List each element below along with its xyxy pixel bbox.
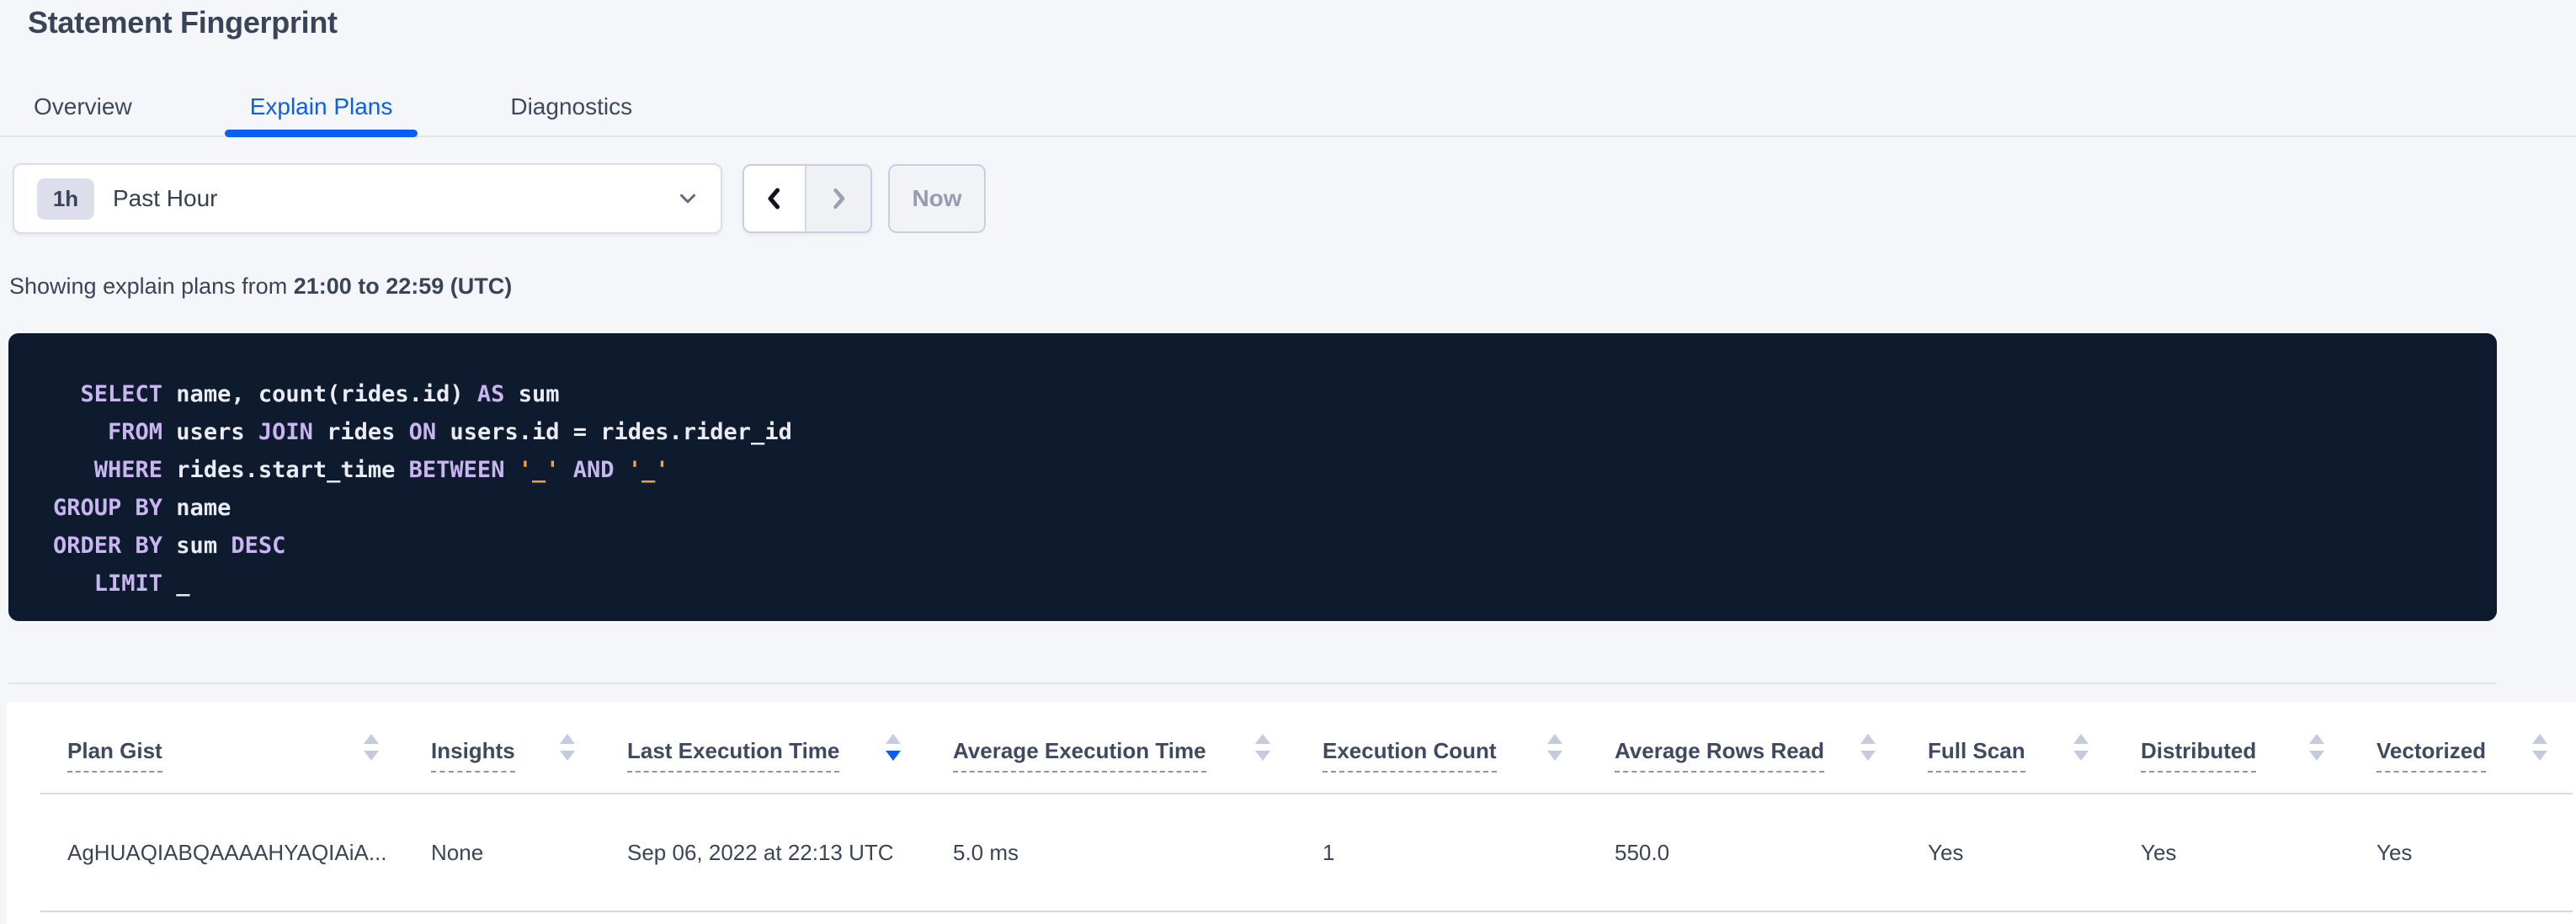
cell-full-scan: Yes bbox=[1901, 840, 2114, 866]
column-header-label: Plan Gist bbox=[67, 739, 162, 773]
tab-bar: Overview Explain Plans Diagnostics bbox=[8, 76, 725, 137]
column-header-vectorized[interactable]: Vectorized bbox=[2350, 702, 2573, 793]
column-header-average-rows-read[interactable]: Average Rows Read bbox=[1588, 702, 1901, 793]
cell-last-execution-time: Sep 06, 2022 at 22:13 UTC bbox=[600, 840, 926, 866]
sort-icon[interactable] bbox=[2073, 734, 2089, 773]
column-header-plan-gist[interactable]: Plan Gist bbox=[40, 702, 404, 793]
cell-execution-count: 1 bbox=[1296, 840, 1588, 866]
sql-code-line: SELECT name, count(rides.id) AS sum bbox=[53, 375, 2497, 413]
sort-icon[interactable] bbox=[1860, 734, 1876, 773]
sql-statement-box: SELECT name, count(rides.id) AS sum FROM… bbox=[8, 333, 2497, 621]
column-header-insights[interactable]: Insights bbox=[404, 702, 600, 793]
statement-fingerprint-page: Statement Fingerprint Overview Explain P… bbox=[0, 0, 2576, 924]
column-header-label: Average Execution Time bbox=[953, 739, 1206, 773]
previous-time-range-button[interactable] bbox=[744, 166, 806, 231]
column-header-label: Average Rows Read bbox=[1615, 739, 1824, 773]
explain-plans-table: Plan Gist Insights Last Execution Time A… bbox=[40, 702, 2573, 912]
table-header-row: Plan Gist Insights Last Execution Time A… bbox=[40, 702, 2573, 794]
cell-vectorized: Yes bbox=[2350, 840, 2573, 866]
column-header-average-execution-time[interactable]: Average Execution Time bbox=[926, 702, 1296, 793]
sort-icon[interactable] bbox=[886, 734, 901, 773]
column-header-full-scan[interactable]: Full Scan bbox=[1901, 702, 2114, 793]
column-header-last-execution-time[interactable]: Last Execution Time bbox=[600, 702, 926, 793]
tab-label: Explain Plans bbox=[250, 93, 393, 120]
tab-explain-plans[interactable]: Explain Plans bbox=[225, 76, 418, 137]
chevron-down-icon bbox=[675, 186, 700, 211]
column-header-label: Distributed bbox=[2141, 739, 2256, 773]
tab-overview[interactable]: Overview bbox=[8, 76, 157, 137]
sql-code-line: WHERE rides.start_time BETWEEN '_' AND '… bbox=[53, 451, 2497, 489]
time-range-selected-value: Past Hour bbox=[113, 185, 218, 212]
tab-label: Diagnostics bbox=[510, 93, 632, 120]
sql-code-line: FROM users JOIN rides ON users.id = ride… bbox=[53, 413, 2497, 451]
showing-plans-summary: Showing explain plans from 21:00 to 22:5… bbox=[9, 273, 512, 300]
sort-icon[interactable] bbox=[560, 734, 575, 773]
explain-plans-table-card: Plan Gist Insights Last Execution Time A… bbox=[7, 702, 2576, 924]
column-header-execution-count[interactable]: Execution Count bbox=[1296, 702, 1588, 793]
section-divider bbox=[8, 682, 2497, 684]
sort-icon[interactable] bbox=[1255, 734, 1270, 773]
sql-code-line: GROUP BY name bbox=[53, 489, 2497, 527]
time-range-badge: 1h bbox=[37, 178, 94, 220]
tab-diagnostics[interactable]: Diagnostics bbox=[485, 76, 657, 137]
chevron-right-icon bbox=[824, 184, 853, 213]
sort-icon[interactable] bbox=[364, 734, 379, 773]
sql-code-line: LIMIT _ bbox=[53, 565, 2497, 603]
cell-average-execution-time: 5.0 ms bbox=[926, 840, 1296, 866]
column-header-label: Vectorized bbox=[2376, 739, 2486, 773]
page-title: Statement Fingerprint bbox=[28, 5, 338, 40]
column-header-distributed[interactable]: Distributed bbox=[2114, 702, 2350, 793]
time-range-dropdown[interactable]: 1h Past Hour bbox=[13, 163, 722, 234]
sort-icon[interactable] bbox=[2309, 734, 2324, 773]
sql-code-line: ORDER BY sum DESC bbox=[53, 527, 2497, 565]
column-header-label: Execution Count bbox=[1323, 739, 1497, 773]
now-button[interactable]: Now bbox=[888, 164, 986, 233]
column-header-label: Insights bbox=[431, 739, 515, 773]
cell-average-rows-read: 550.0 bbox=[1588, 840, 1901, 866]
next-time-range-button[interactable] bbox=[806, 166, 870, 231]
time-range-arrows bbox=[742, 164, 872, 233]
sort-icon[interactable] bbox=[1547, 734, 1562, 773]
column-header-label: Full Scan bbox=[1928, 739, 2025, 773]
cell-insights: None bbox=[404, 840, 600, 866]
tab-label: Overview bbox=[34, 93, 132, 120]
column-header-label: Last Execution Time bbox=[627, 739, 839, 773]
sort-icon[interactable] bbox=[2532, 734, 2547, 773]
table-row: AgHUAQIABQAAAAHYAQIAiA... None Sep 06, 2… bbox=[40, 794, 2573, 912]
cell-distributed: Yes bbox=[2114, 840, 2350, 866]
summary-prefix: Showing explain plans from bbox=[9, 273, 294, 299]
cell-plan-gist: AgHUAQIABQAAAAHYAQIAiA... bbox=[40, 840, 404, 866]
chevron-left-icon bbox=[760, 184, 789, 213]
summary-time-range: 21:00 to 22:59 (UTC) bbox=[294, 273, 513, 299]
